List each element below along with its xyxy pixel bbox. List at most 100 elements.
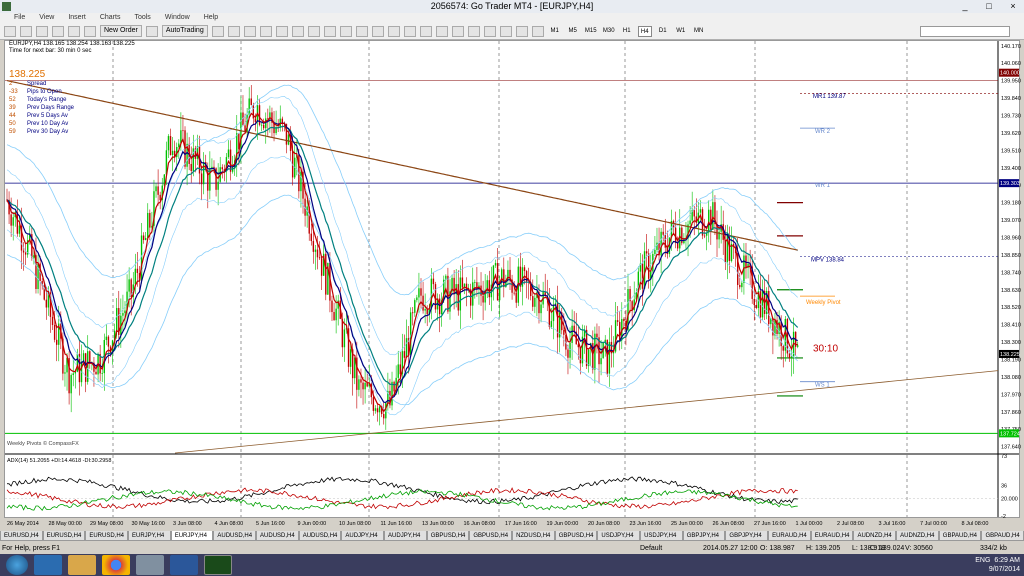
minimize-button[interactable]: _ <box>956 0 974 13</box>
candle-body <box>645 251 648 254</box>
chart-tab[interactable]: AUDUSD,H4 <box>213 531 257 541</box>
chart-tab[interactable]: NZDUSD,H4 <box>512 531 555 541</box>
chart-tab[interactable]: USDJPY,H4 <box>597 531 641 541</box>
menu-insert[interactable]: Insert <box>68 13 86 23</box>
menu-bar: File View Insert Charts Tools Window Hel… <box>0 13 1024 23</box>
close-button[interactable]: × <box>1004 0 1022 13</box>
tf-m30[interactable]: M30 <box>602 26 616 37</box>
menu-charts[interactable]: Charts <box>100 13 121 23</box>
trendline-icon[interactable] <box>451 25 464 37</box>
tf-d1[interactable]: D1 <box>656 26 670 37</box>
market-watch-icon[interactable] <box>36 25 48 37</box>
search-input[interactable] <box>920 25 1010 37</box>
chart-tab[interactable]: AUDUSD,H4 <box>256 531 299 541</box>
chart-tab[interactable]: GBPUSD,H4 <box>469 531 513 541</box>
chart-tab[interactable]: AUDJPY,H4 <box>384 531 427 541</box>
templates-icon[interactable] <box>371 25 384 37</box>
profile-name: Default <box>640 545 663 552</box>
chart-tab[interactable]: EURJPY,H4 <box>170 531 214 541</box>
candlestick-icon[interactable] <box>227 25 240 37</box>
menu-view[interactable]: View <box>39 13 54 23</box>
language-indicator[interactable]: ENG <box>975 557 990 564</box>
candle-body <box>513 292 515 294</box>
autoscroll-icon[interactable] <box>307 25 320 37</box>
chart-tab[interactable]: EURUSD,H4 <box>42 531 86 541</box>
chart-tab[interactable]: EURAUD,H4 <box>768 531 811 541</box>
chart-tab[interactable]: USDJPY,H4 <box>640 531 683 541</box>
profiles-icon[interactable] <box>20 25 32 37</box>
menu-file[interactable]: File <box>14 13 25 23</box>
price-tick-label: 139.510 <box>1001 148 1021 154</box>
chart-tab[interactable]: EURJPY,H4 <box>128 531 171 541</box>
fibonacci-icon[interactable] <box>483 25 496 37</box>
candle-body <box>438 298 441 315</box>
candle-body <box>465 283 468 290</box>
chart-tab[interactable]: GBPUSD,H4 <box>426 531 470 541</box>
arrows-icon[interactable] <box>531 25 544 37</box>
crosshair-icon[interactable] <box>403 25 416 37</box>
channel-icon[interactable] <box>467 25 480 37</box>
menu-window[interactable]: Window <box>165 13 190 23</box>
vertical-line-icon[interactable] <box>419 25 432 37</box>
indicators-icon[interactable] <box>339 25 352 37</box>
tf-m15[interactable]: M15 <box>584 26 598 37</box>
bar-chart-icon[interactable] <box>211 25 224 37</box>
bollinger-upper <box>6 84 798 296</box>
text-icon[interactable] <box>499 25 512 37</box>
info-row-label: Prev Days Range <box>27 105 75 111</box>
price-tick-label: 139.180 <box>1001 201 1021 207</box>
menu-help[interactable]: Help <box>204 13 218 23</box>
cursor-icon[interactable] <box>387 25 400 37</box>
menu-tools[interactable]: Tools <box>134 13 150 23</box>
chart-tab[interactable]: AUDJPY,H4 <box>341 531 385 541</box>
tf-m1[interactable]: M1 <box>548 26 562 37</box>
tf-m5[interactable]: M5 <box>566 26 580 37</box>
chart-tab[interactable]: AUDUSD,H4 <box>298 531 342 541</box>
new-chart-icon[interactable] <box>4 25 16 37</box>
zoom-out-icon[interactable] <box>275 25 288 37</box>
tf-mn[interactable]: MN <box>692 26 706 37</box>
date-tick-label: 5 Jun 16:00 <box>256 521 285 527</box>
line-chart-icon[interactable] <box>243 25 256 37</box>
chrome-icon[interactable] <box>102 555 130 575</box>
new-order-button[interactable]: New Order <box>100 25 142 37</box>
folder-icon[interactable] <box>68 555 96 575</box>
meta-editor-icon[interactable] <box>145 25 158 37</box>
label-icon[interactable] <box>515 25 528 37</box>
mt4-icon[interactable] <box>204 555 232 575</box>
price-chart[interactable]: 140.170 140.060 139.950 139.840 139.730 139.6… <box>5 41 1021 531</box>
chart-tab[interactable]: GBPUSD,H4 <box>554 531 598 541</box>
chart-tab[interactable]: AUDNZD,H4 <box>896 531 939 541</box>
autotrading-button[interactable]: AutoTrading <box>161 25 208 37</box>
price-tick-label: 138.960 <box>1001 235 1021 241</box>
tf-w1[interactable]: W1 <box>674 26 688 37</box>
chart-tab[interactable]: AUDNZD,H4 <box>853 531 897 541</box>
periods-icon[interactable] <box>355 25 368 37</box>
terminal-icon[interactable] <box>84 25 96 37</box>
chart-tab[interactable]: EURUSD,H4 <box>85 531 129 541</box>
candle-body <box>399 364 401 375</box>
ie-icon[interactable] <box>34 555 62 575</box>
horizontal-line-icon[interactable] <box>435 25 448 37</box>
candle-body <box>374 408 377 411</box>
chart-window[interactable]: 140.170 140.060 139.950 139.840 139.730 139.6… <box>4 40 1021 527</box>
start-button[interactable] <box>6 555 28 575</box>
chart-tab[interactable]: GBPJPY,H4 <box>682 531 726 541</box>
tf-h4[interactable]: H4 <box>637 25 652 37</box>
chart-tab[interactable]: EURAUD,H4 <box>810 531 854 541</box>
tf-h1[interactable]: H1 <box>620 26 634 37</box>
chart-shift-icon[interactable] <box>323 25 336 37</box>
zoom-in-icon[interactable] <box>259 25 272 37</box>
candle-body <box>169 136 172 155</box>
chart-tab[interactable]: EURUSD,H4 <box>0 531 43 541</box>
chart-tab[interactable]: GBPAUD,H4 <box>981 531 1024 541</box>
data-window-icon[interactable] <box>52 25 64 37</box>
word-icon[interactable] <box>170 555 198 575</box>
calculator-icon[interactable] <box>136 555 164 575</box>
candle-body <box>563 330 565 335</box>
navigator-icon[interactable] <box>68 25 80 37</box>
maximize-button[interactable]: □ <box>980 0 998 13</box>
chart-tab[interactable]: GBPAUD,H4 <box>938 531 982 541</box>
chart-tab[interactable]: GBPJPY,H4 <box>725 531 769 541</box>
tile-icon[interactable] <box>291 25 304 37</box>
